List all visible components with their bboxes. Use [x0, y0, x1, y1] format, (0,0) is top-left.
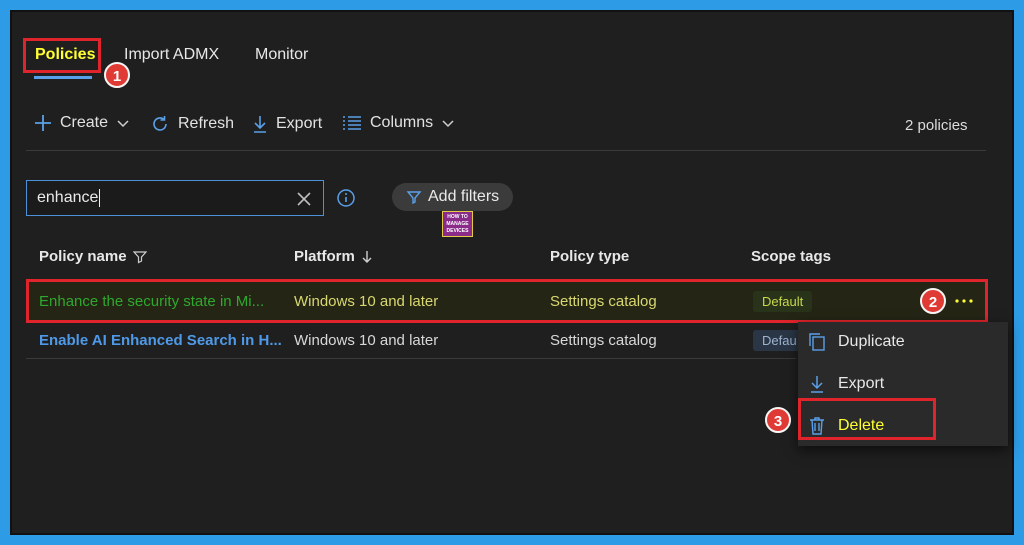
search-value: enhance — [37, 189, 99, 206]
export-menu-label: Export — [838, 375, 885, 392]
policy-name-link[interactable]: Enable AI Enhanced Search in H... — [39, 332, 282, 349]
callout-box-policies — [23, 38, 101, 73]
logo-line-1: HOW TO — [447, 214, 468, 220]
filter-icon[interactable] — [132, 250, 147, 264]
column-header-policy-name[interactable]: Policy name — [39, 248, 147, 265]
export-menu-item[interactable]: Export — [808, 374, 884, 394]
search-input[interactable]: enhance — [26, 180, 324, 216]
info-icon[interactable] — [336, 188, 356, 208]
logo-line-3: DEVICES — [446, 228, 469, 234]
more-options-icon[interactable] — [954, 297, 974, 305]
export-button[interactable]: Export — [252, 114, 322, 134]
copy-icon — [809, 333, 825, 351]
filter-icon — [406, 191, 422, 205]
column-header-policy-type[interactable]: Policy type — [550, 248, 629, 265]
scope-tags-header-label: Scope tags — [751, 248, 832, 265]
refresh-button[interactable]: Refresh — [150, 114, 234, 134]
column-header-scope-tags[interactable]: Scope tags — [751, 248, 831, 265]
tab-monitor[interactable]: Monitor — [255, 46, 308, 64]
scope-tag-badge: Default — [753, 291, 813, 312]
callout-badge-2: 2 — [920, 288, 946, 314]
plus-icon — [35, 115, 51, 131]
add-filters-button[interactable]: Add filters — [392, 183, 514, 211]
policy-type-header-label: Policy type — [550, 248, 630, 265]
clear-search-icon[interactable] — [295, 190, 313, 208]
row-divider — [26, 358, 796, 359]
callout-badge-3: 3 — [765, 407, 791, 433]
policy-type-cell: Settings catalog — [550, 293, 657, 310]
policy-type-cell: Settings catalog — [550, 332, 657, 349]
create-label: Create — [60, 114, 109, 131]
policy-count: 2 policies — [905, 117, 968, 134]
create-button[interactable]: Create — [34, 114, 130, 132]
refresh-label: Refresh — [178, 115, 235, 132]
add-filters-label: Add filters — [428, 188, 500, 205]
export-label: Export — [276, 115, 323, 132]
duplicate-label: Duplicate — [838, 333, 905, 350]
columns-icon — [343, 116, 361, 130]
policy-name-header-label: Policy name — [39, 248, 127, 265]
chevron-down-icon — [442, 120, 454, 128]
download-icon — [811, 376, 823, 393]
tab-import-admx[interactable]: Import ADMX — [124, 46, 219, 64]
platform-cell: Windows 10 and later — [294, 293, 439, 310]
toolbar-divider — [26, 150, 986, 151]
duplicate-menu-item[interactable]: Duplicate — [808, 332, 905, 352]
watermark-logo: HOW TO MANAGE DEVICES — [442, 211, 473, 237]
platform-cell: Windows 10 and later — [294, 332, 439, 349]
refresh-icon — [153, 116, 167, 131]
policy-name-link[interactable]: Enhance the security state in Mi... — [39, 293, 264, 310]
column-header-platform[interactable]: Platform — [294, 248, 373, 265]
text-cursor — [99, 189, 101, 207]
callout-box-delete — [798, 398, 936, 440]
columns-button[interactable]: Columns — [342, 114, 455, 132]
platform-header-label: Platform — [294, 248, 355, 265]
chevron-down-icon — [117, 120, 129, 128]
download-icon — [254, 116, 266, 133]
columns-label: Columns — [370, 114, 434, 131]
callout-badge-1: 1 — [104, 62, 130, 88]
intune-policies-panel: Policies 1 Import ADMX Monitor Create Re… — [10, 10, 1014, 535]
active-tab-indicator — [34, 76, 92, 79]
logo-line-2: MANAGE — [446, 221, 469, 227]
sort-arrow-down-icon — [362, 250, 372, 263]
